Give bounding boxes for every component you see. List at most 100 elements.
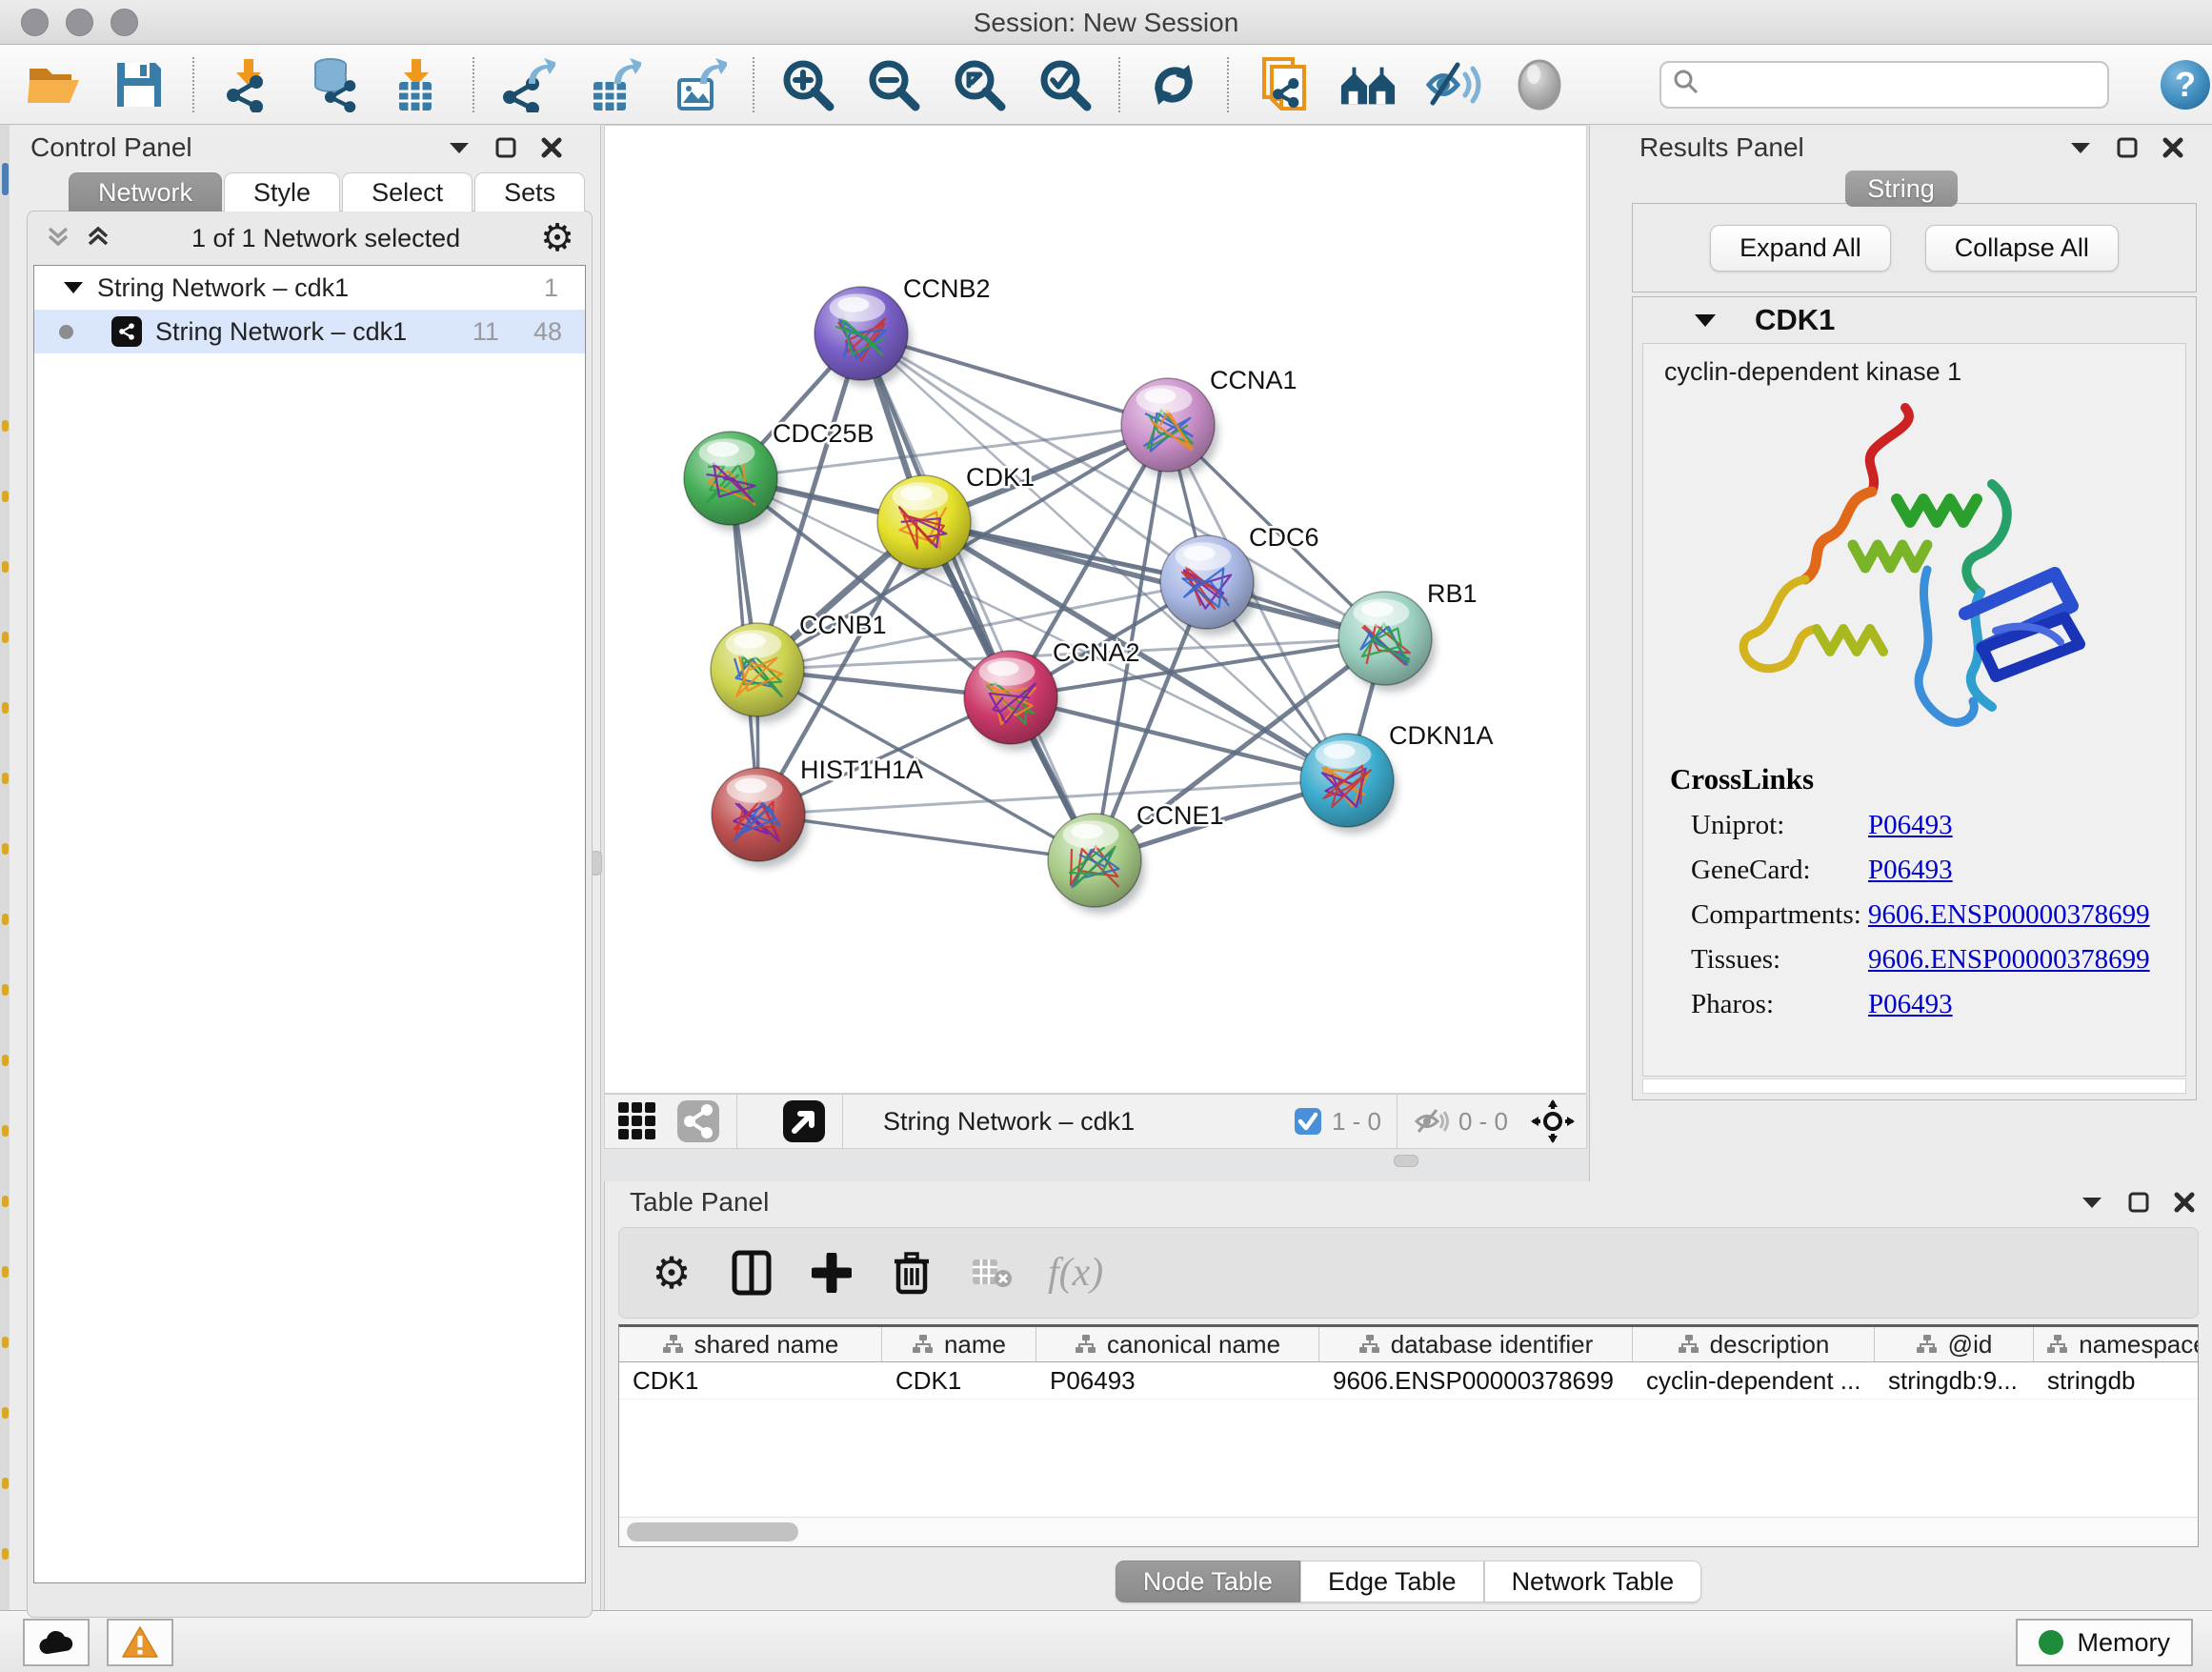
- crosslink-row: GeneCard:P06493: [1670, 855, 2185, 886]
- panel-menu-icon[interactable]: [448, 140, 471, 155]
- network-node-CDKN1A[interactable]: CDKN1A: [1300, 721, 1494, 834]
- results-panel-title: Results Panel: [1639, 132, 1804, 163]
- close-panel-icon[interactable]: [2162, 137, 2183, 158]
- network-node-CCNA2[interactable]: CCNA2: [964, 638, 1140, 751]
- hide-graphics-icon[interactable]: [1425, 56, 1482, 113]
- zoom-fit-icon[interactable]: [951, 56, 1008, 113]
- save-session-icon[interactable]: [111, 56, 168, 113]
- network-status-dot: [59, 325, 73, 339]
- horizontal-splitter-handle[interactable]: [1394, 1155, 1418, 1167]
- crosslink-link[interactable]: 9606.ENSP00000378699: [1868, 944, 2150, 976]
- tab-select[interactable]: Select: [342, 172, 473, 212]
- network-view-share-icon[interactable]: [675, 1098, 721, 1144]
- zoom-in-icon[interactable]: [779, 56, 836, 113]
- cell-@id[interactable]: stringdb:9...: [1875, 1362, 2034, 1399]
- node-label: CCNA2: [1053, 638, 1140, 667]
- table-hscrollbar[interactable]: [619, 1517, 2198, 1546]
- birdseye-view-icon[interactable]: [781, 1098, 827, 1144]
- import-network-icon[interactable]: [219, 56, 276, 113]
- export-table-icon[interactable]: [585, 56, 642, 113]
- export-image-icon[interactable]: [671, 56, 728, 113]
- network-node-CDC6[interactable]: CDC6: [1160, 523, 1319, 635]
- crosslink-link[interactable]: P06493: [1868, 810, 1953, 841]
- fit-selected-crosshair-icon[interactable]: [1529, 1098, 1577, 1145]
- tab-edge-table[interactable]: Edge Table: [1300, 1561, 1484, 1602]
- close-panel-icon[interactable]: [2174, 1192, 2195, 1213]
- crosslink-link[interactable]: P06493: [1868, 855, 1953, 886]
- import-database-icon[interactable]: [305, 56, 362, 113]
- node-label: CCNA1: [1210, 366, 1297, 394]
- refresh-icon[interactable]: [1145, 56, 1202, 113]
- search-input[interactable]: [1707, 69, 2096, 100]
- node-label: CDK1: [966, 463, 1035, 492]
- export-network-icon[interactable]: [499, 56, 556, 113]
- collapse-all-networks-icon[interactable]: [45, 223, 71, 254]
- cloud-status-button[interactable]: [23, 1619, 90, 1666]
- table-row[interactable]: CDK1CDK1P064939606.ENSP00000378699cyclin…: [619, 1362, 2198, 1400]
- network-node-CCNE1[interactable]: CCNE1: [1048, 801, 1224, 914]
- help-button[interactable]: ?: [2159, 56, 2212, 113]
- node-label: CDC25B: [773, 419, 875, 448]
- cell-database-identifier[interactable]: 9606.ENSP00000378699: [1319, 1362, 1633, 1399]
- network-node-CCNB1[interactable]: CCNB1: [711, 611, 887, 723]
- grid-view-icon[interactable]: [614, 1098, 660, 1144]
- open-session-icon[interactable]: [25, 56, 82, 113]
- cell-shared-name[interactable]: CDK1: [619, 1362, 882, 1399]
- network-document-icon[interactable]: [1254, 56, 1311, 113]
- column-header-name[interactable]: name: [882, 1327, 1036, 1361]
- network-view-toolbar: String Network – cdk1 1 - 0 0 - 0: [604, 1094, 1587, 1149]
- column-header-database-identifier[interactable]: database identifier: [1319, 1327, 1633, 1361]
- tab-network-table[interactable]: Network Table: [1484, 1561, 1702, 1602]
- results-scroll-strip[interactable]: [1642, 1078, 2186, 1094]
- search-field[interactable]: [1659, 61, 2109, 109]
- crosslink-link[interactable]: P06493: [1868, 989, 1953, 1020]
- column-header-description[interactable]: description: [1633, 1327, 1875, 1361]
- network-node-CCNA1[interactable]: CCNA1: [1121, 366, 1297, 478]
- details-eye-icon[interactable]: [1511, 56, 1568, 113]
- expand-all-networks-icon[interactable]: [85, 223, 111, 254]
- hscroll-thumb[interactable]: [627, 1522, 798, 1541]
- memory-button[interactable]: Memory: [2016, 1619, 2193, 1666]
- node-table[interactable]: shared namenamecanonical namedatabase id…: [618, 1324, 2199, 1547]
- gene-expander-icon[interactable]: [1694, 313, 1717, 328]
- crosslink-link[interactable]: 9606.ENSP00000378699: [1868, 899, 2150, 931]
- search-icon: [1673, 69, 1699, 100]
- float-panel-icon[interactable]: [2128, 1192, 2149, 1213]
- network-collection-row[interactable]: String Network – cdk1 1: [34, 266, 585, 310]
- expand-all-button[interactable]: Expand All: [1710, 225, 1891, 272]
- delete-column-icon[interactable]: [888, 1249, 935, 1297]
- cell-canonical-name[interactable]: P06493: [1036, 1362, 1319, 1399]
- collapse-all-button[interactable]: Collapse All: [1925, 225, 2119, 272]
- tab-string[interactable]: String: [1845, 171, 1958, 207]
- tab-sets[interactable]: Sets: [474, 172, 585, 212]
- tab-style[interactable]: Style: [224, 172, 340, 212]
- zoom-selected-icon[interactable]: [1036, 56, 1094, 113]
- table-panel-title: Table Panel: [630, 1187, 769, 1218]
- string-homes-icon[interactable]: [1339, 56, 1397, 113]
- cell-name[interactable]: CDK1: [882, 1362, 1036, 1399]
- import-table-icon[interactable]: [391, 56, 448, 113]
- network-options-gear-icon[interactable]: ⚙: [540, 216, 574, 260]
- float-panel-icon[interactable]: [2117, 137, 2138, 158]
- column-header-namespace[interactable]: namespace: [2034, 1327, 2199, 1361]
- warning-status-button[interactable]: [107, 1619, 173, 1666]
- column-header-@id[interactable]: @id: [1875, 1327, 2034, 1361]
- show-columns-icon[interactable]: [728, 1249, 775, 1297]
- collection-expander-icon[interactable]: [63, 281, 84, 294]
- panel-menu-icon[interactable]: [2081, 1195, 2103, 1210]
- network-row[interactable]: String Network – cdk1 11 48: [34, 310, 585, 353]
- panel-menu-icon[interactable]: [2069, 140, 2092, 155]
- add-column-icon[interactable]: [808, 1249, 855, 1297]
- column-header-canonical-name[interactable]: canonical name: [1036, 1327, 1319, 1361]
- column-header-shared-name[interactable]: shared name: [619, 1327, 882, 1361]
- network-node-RB1[interactable]: RB1: [1338, 579, 1478, 692]
- zoom-out-icon[interactable]: [865, 56, 922, 113]
- cell-namespace[interactable]: stringdb: [2034, 1362, 2199, 1399]
- tab-node-table[interactable]: Node Table: [1116, 1561, 1300, 1602]
- float-panel-icon[interactable]: [495, 137, 516, 158]
- close-panel-icon[interactable]: [541, 137, 562, 158]
- tab-network[interactable]: Network: [69, 172, 222, 212]
- cell-description[interactable]: cyclin-dependent ...: [1633, 1362, 1875, 1399]
- network-canvas[interactable]: CCNB2CCNA1CDC25BCDK1CDC6RB1CCNB1CCNA2CDK…: [604, 125, 1587, 1094]
- table-options-gear-icon[interactable]: ⚙: [648, 1249, 695, 1297]
